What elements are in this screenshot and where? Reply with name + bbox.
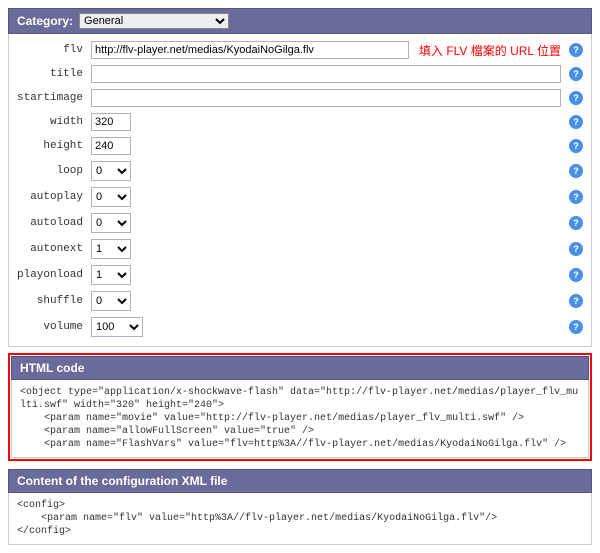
help-icon[interactable]: ?	[569, 91, 583, 105]
flv-annotation: 填入 FLV 檔案的 URL 位置	[419, 42, 561, 59]
category-header: Category: General	[8, 8, 592, 34]
row-autonext: autonext 1 ?	[9, 236, 591, 262]
select-shuffle[interactable]: 0	[91, 291, 131, 311]
xml-section: Content of the configuration XML file <c…	[8, 469, 592, 545]
label-startimage: startimage	[17, 92, 87, 104]
row-width: width ?	[9, 110, 591, 134]
html-code-block[interactable]: <object type="application/x-shockwave-fl…	[11, 380, 589, 458]
row-autoload: autoload 0 ?	[9, 210, 591, 236]
input-width[interactable]	[91, 113, 131, 131]
label-width: width	[17, 116, 87, 128]
html-code-highlight: HTML code <object type="application/x-sh…	[8, 353, 592, 461]
row-volume: volume 100 ?	[9, 314, 591, 340]
help-icon[interactable]: ?	[569, 242, 583, 256]
select-loop[interactable]: 0	[91, 161, 131, 181]
row-height: height ?	[9, 134, 591, 158]
row-title: title ?	[9, 62, 591, 86]
row-loop: loop 0 ?	[9, 158, 591, 184]
help-icon[interactable]: ?	[569, 67, 583, 81]
select-playonload[interactable]: 1	[91, 265, 131, 285]
xml-header: Content of the configuration XML file	[8, 469, 592, 493]
label-volume: volume	[17, 321, 87, 333]
label-loop: loop	[17, 165, 87, 177]
input-title[interactable]	[91, 65, 561, 83]
select-autonext[interactable]: 1	[91, 239, 131, 259]
label-title: title	[17, 68, 87, 80]
html-code-header: HTML code	[11, 356, 589, 380]
help-icon[interactable]: ?	[569, 294, 583, 308]
input-height[interactable]	[91, 137, 131, 155]
help-icon[interactable]: ?	[569, 43, 583, 57]
row-autoplay: autoplay 0 ?	[9, 184, 591, 210]
input-flv[interactable]	[91, 41, 409, 59]
help-icon[interactable]: ?	[569, 139, 583, 153]
label-autonext: autonext	[17, 243, 87, 255]
select-autoload[interactable]: 0	[91, 213, 131, 233]
category-label: Category:	[17, 14, 73, 28]
help-icon[interactable]: ?	[569, 268, 583, 282]
select-autoplay[interactable]: 0	[91, 187, 131, 207]
label-playonload: playonload	[17, 269, 87, 281]
row-startimage: startimage ?	[9, 86, 591, 110]
label-shuffle: shuffle	[17, 295, 87, 307]
label-height: height	[17, 140, 87, 152]
row-flv: flv 填入 FLV 檔案的 URL 位置 ?	[9, 38, 591, 62]
xml-code-block[interactable]: <config> <param name="flv" value="http%3…	[8, 493, 592, 545]
label-autoplay: autoplay	[17, 191, 87, 203]
row-shuffle: shuffle 0 ?	[9, 288, 591, 314]
help-icon[interactable]: ?	[569, 216, 583, 230]
help-icon[interactable]: ?	[569, 320, 583, 334]
row-playonload: playonload 1 ?	[9, 262, 591, 288]
label-flv: flv	[17, 44, 87, 56]
category-select[interactable]: General	[79, 13, 229, 29]
help-icon[interactable]: ?	[569, 115, 583, 129]
input-startimage[interactable]	[91, 89, 561, 107]
form-area: flv 填入 FLV 檔案的 URL 位置 ? title ? startima…	[8, 34, 592, 347]
help-icon[interactable]: ?	[569, 190, 583, 204]
help-icon[interactable]: ?	[569, 164, 583, 178]
label-autoload: autoload	[17, 217, 87, 229]
select-volume[interactable]: 100	[91, 317, 143, 337]
